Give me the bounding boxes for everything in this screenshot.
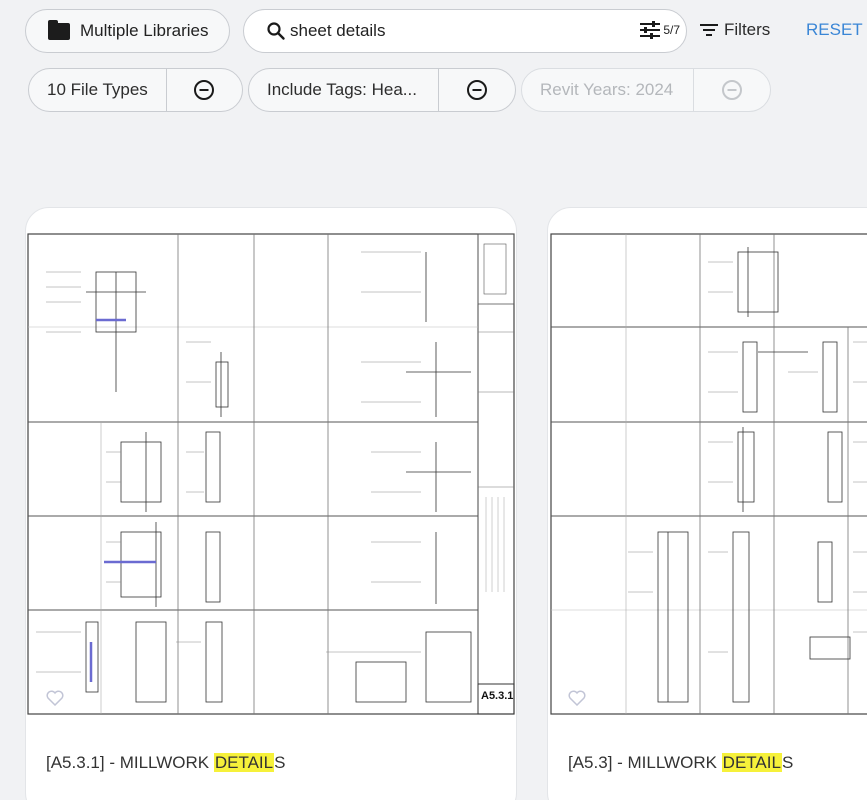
result-card[interactable]: [A5.3] - MILLWORK DETAILS (547, 207, 867, 800)
heart-icon[interactable] (568, 690, 586, 706)
heart-icon[interactable] (46, 690, 64, 706)
chip-include-tags: Include Tags: Hea... (248, 68, 516, 112)
library-selector-button[interactable]: Multiple Libraries (25, 9, 230, 53)
chip-remove-button[interactable] (694, 69, 770, 111)
folder-icon (48, 19, 70, 40)
filters-button[interactable]: Filters (700, 20, 770, 40)
advanced-search-toggle[interactable]: 5/7 (639, 21, 680, 39)
remove-circle-icon (194, 80, 215, 100)
sheet-thumbnail[interactable] (548, 232, 867, 718)
drawing-sheet-image (27, 233, 515, 715)
reset-button[interactable]: RESET (806, 20, 863, 40)
filters-label: Filters (724, 20, 771, 39)
title-highlight: DETAIL (721, 753, 782, 772)
sheet-number-label: A5.3.1 (481, 690, 514, 702)
result-title: [A5.3] - MILLWORK DETAILS (568, 753, 793, 773)
title-prefix: [A5.3] - MILLWORK (568, 753, 722, 772)
filter-icon (700, 24, 718, 36)
advanced-count: 5/7 (663, 23, 680, 37)
remove-circle-icon (467, 80, 487, 100)
result-title: [A5.3.1] - MILLWORK DETAILS (46, 753, 285, 773)
result-card[interactable]: A5.3.1 [A5.3.1] - MILLWORK DETAILS (25, 207, 517, 800)
sliders-icon (640, 21, 661, 39)
title-highlight: DETAIL (213, 753, 275, 772)
sheet-thumbnail[interactable]: A5.3.1 (26, 232, 516, 718)
chip-file-types: 10 File Types (28, 68, 243, 112)
chip-revit-years: Revit Years: 2024 (521, 68, 771, 112)
title-suffix: S (274, 753, 286, 772)
chip-label: Include Tags: Hea... (267, 80, 417, 99)
title-suffix: S (781, 753, 794, 772)
chip-remove-button[interactable] (167, 69, 242, 111)
search-input[interactable] (290, 21, 620, 41)
library-selector-label: Multiple Libraries (80, 21, 209, 40)
remove-circle-icon (722, 80, 742, 100)
search-icon (267, 22, 285, 40)
search-results-page: Multiple Libraries 5/7 Filters (0, 0, 867, 800)
chip-remove-button[interactable] (439, 69, 515, 111)
title-prefix: [A5.3.1] - MILLWORK (46, 753, 214, 772)
chip-label: 10 File Types (47, 80, 148, 99)
search-bar: 5/7 (243, 9, 687, 53)
chip-label: Revit Years: 2024 (540, 80, 674, 99)
drawing-sheet-image (550, 233, 867, 715)
